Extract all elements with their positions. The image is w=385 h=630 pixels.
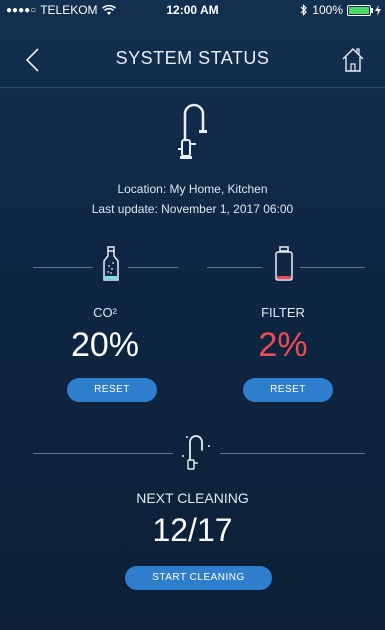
home-icon: [342, 48, 364, 72]
page-title: SYSTEM STATUS: [115, 48, 270, 68]
filter-value: 2%: [258, 326, 308, 364]
location-text: Location: My Home, Kitchen: [117, 182, 268, 196]
next-cleaning-label: NEXT CLEANING: [136, 490, 249, 506]
home-button[interactable]: [339, 46, 367, 74]
bluetooth-icon: [300, 4, 308, 16]
faucet-sparkle-icon: [182, 435, 210, 470]
nav-bar: SYSTEM STATUS: [0, 40, 385, 80]
co2-divider-left: [33, 267, 93, 268]
status-bar: ●●●●○ TELEKOM 12:00 AM 100%: [0, 0, 385, 20]
header-divider: [0, 87, 385, 88]
battery-percentage: 100%: [312, 3, 343, 17]
co2-reset-button[interactable]: RESET: [67, 378, 157, 402]
charging-icon: [375, 4, 381, 16]
co2-value: 20%: [70, 326, 140, 364]
filter-divider-left: [207, 267, 262, 268]
bottle-icon: [103, 246, 119, 281]
filter-label: FILTER: [261, 305, 305, 320]
faucet-icon: [178, 103, 207, 159]
battery-icon: [347, 4, 373, 16]
cleaning-divider-left: [33, 453, 173, 454]
co2-divider-right: [128, 267, 178, 268]
last-update-text: Last update: November 1, 2017 06:00: [91, 202, 294, 216]
co2-label: CO²: [93, 305, 117, 320]
filter-icon: [275, 246, 293, 281]
system-status-screen: ●●●●○ TELEKOM 12:00 AM 100% SYSTEM STATU…: [0, 0, 385, 630]
filter-reset-button[interactable]: RESET: [243, 378, 333, 402]
filter-divider-right: [300, 267, 365, 268]
next-cleaning-value: 12/17: [152, 512, 233, 548]
cleaning-divider-right: [220, 453, 365, 454]
start-cleaning-button[interactable]: START CLEANING: [125, 566, 272, 590]
